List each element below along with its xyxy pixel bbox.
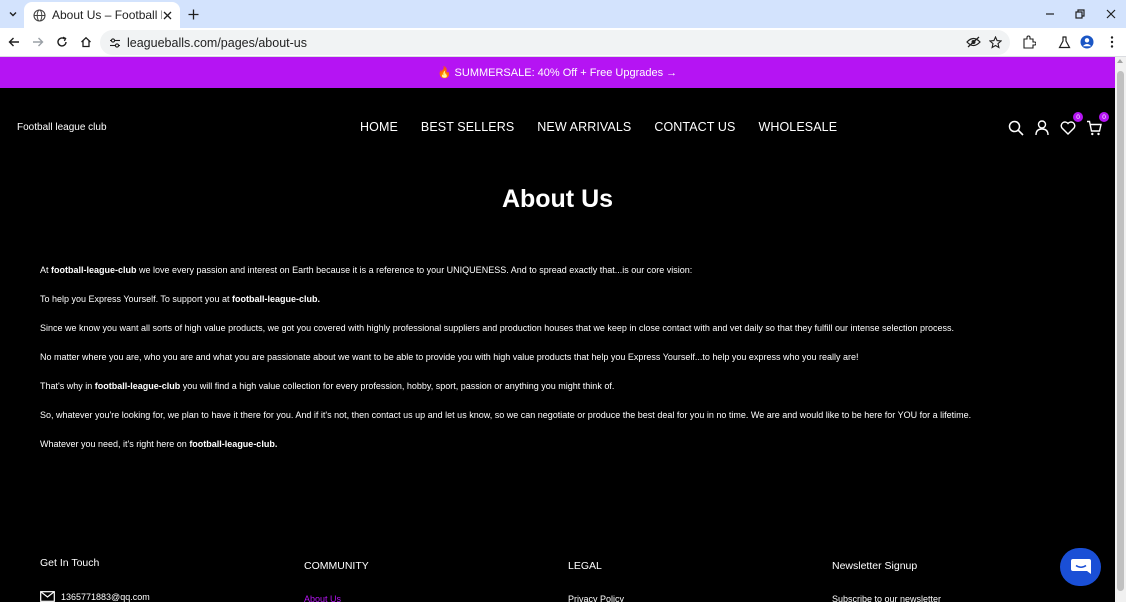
search-icon[interactable]	[1006, 118, 1026, 138]
about-paragraph: To help you Express Yourself. To support…	[40, 294, 320, 304]
footer-privacy-policy-link[interactable]: Privacy Policy	[568, 594, 624, 602]
page-viewport: 🔥 SUMMERSALE: 40% Off + Free Upgrades → …	[0, 57, 1126, 602]
page-scrollbar[interactable]	[1115, 57, 1126, 602]
about-paragraph: Whatever you need, it's right here on fo…	[40, 439, 278, 449]
footer-legal-title: LEGAL	[568, 560, 602, 572]
close-tab-icon[interactable]	[160, 8, 174, 22]
about-content: At football-league-club we love every pa…	[40, 265, 1040, 468]
eye-off-icon[interactable]	[965, 34, 981, 50]
nav-home[interactable]: HOME	[360, 120, 398, 134]
page-title: About Us	[501, 185, 614, 213]
nav-contact-us[interactable]: CONTACT US	[654, 120, 735, 134]
footer-email-text[interactable]: 1365771883@qq.com	[61, 592, 150, 602]
site-logo[interactable]: Football league club	[17, 122, 107, 133]
site-info-tune-icon[interactable]	[109, 36, 121, 48]
mail-icon	[40, 591, 55, 602]
nav-new-arrivals[interactable]: NEW ARRIVALS	[537, 120, 631, 134]
about-paragraph: No matter where you are, who you are and…	[40, 352, 859, 362]
footer-newsletter-title: Newsletter Signup	[832, 560, 918, 572]
extensions-puzzle-icon[interactable]	[1020, 33, 1038, 51]
nav-best-sellers[interactable]: BEST SELLERS	[421, 120, 514, 134]
announcement-text[interactable]: 🔥 SUMMERSALE: 40% Off + Free Upgrades →	[438, 66, 677, 79]
chrome-menu-icon[interactable]	[1103, 33, 1121, 51]
address-bar[interactable]: leagueballs.com/pages/about-us	[100, 30, 1010, 55]
footer-get-in-touch-title: Get In Touch	[40, 557, 100, 569]
site-header: Football league club HOME BEST SELLERS N…	[0, 88, 1115, 166]
cart-count-badge: 0	[1099, 112, 1109, 122]
globe-icon	[32, 8, 46, 22]
tab-title: About Us – Football league club	[52, 8, 162, 22]
footer-newsletter-text: Subscribe to our newsletter	[832, 594, 942, 602]
wishlist-count-badge: 0	[1073, 112, 1083, 122]
cart-icon[interactable]: 0	[1084, 112, 1109, 138]
about-paragraph: That's why in football-league-club you w…	[40, 381, 615, 391]
browser-tab-bar: About Us – Football league club	[0, 0, 1126, 28]
minimize-icon[interactable]	[1041, 5, 1059, 23]
about-paragraph: At football-league-club we love every pa…	[40, 265, 693, 275]
restore-window-icon[interactable]	[1071, 5, 1089, 23]
about-paragraph: So, whatever you're looking for, we plan…	[40, 410, 972, 420]
chat-button[interactable]	[1060, 548, 1101, 586]
home-icon[interactable]	[77, 33, 95, 51]
announcement-bar[interactable]: 🔥 SUMMERSALE: 40% Off + Free Upgrades →	[0, 57, 1115, 88]
wishlist-heart-icon[interactable]: 0	[1058, 112, 1083, 138]
nav-wholesale[interactable]: WHOLESALE	[758, 120, 837, 134]
footer-about-us-link[interactable]: About Us	[304, 594, 341, 602]
chat-bubble-icon	[1070, 557, 1092, 577]
main-navigation: HOME BEST SELLERS NEW ARRIVALS CONTACT U…	[360, 120, 860, 134]
scrollbar-thumb[interactable]	[1117, 71, 1124, 591]
labs-flask-icon[interactable]	[1055, 33, 1073, 51]
new-tab-plus-icon[interactable]	[185, 6, 201, 22]
browser-tab[interactable]: About Us – Football league club	[24, 2, 180, 28]
reload-icon[interactable]	[53, 33, 71, 51]
back-arrow-icon[interactable]	[5, 33, 23, 51]
footer-community-title: COMMUNITY	[304, 560, 369, 572]
profile-avatar-icon[interactable]	[1078, 33, 1096, 51]
forward-arrow-icon[interactable]	[29, 33, 47, 51]
account-user-icon[interactable]	[1032, 118, 1052, 138]
url-text[interactable]: leagueballs.com/pages/about-us	[127, 36, 307, 50]
tab-list-chevron-icon[interactable]	[4, 5, 22, 23]
footer-email[interactable]: 1365771883@qq.com	[40, 591, 150, 602]
close-window-icon[interactable]	[1102, 5, 1120, 23]
bookmark-star-icon[interactable]	[987, 34, 1003, 50]
scroll-up-arrow-icon[interactable]	[1117, 59, 1123, 63]
about-paragraph: Since we know you want all sorts of high…	[40, 323, 955, 333]
browser-toolbar: leagueballs.com/pages/about-us	[0, 28, 1126, 57]
